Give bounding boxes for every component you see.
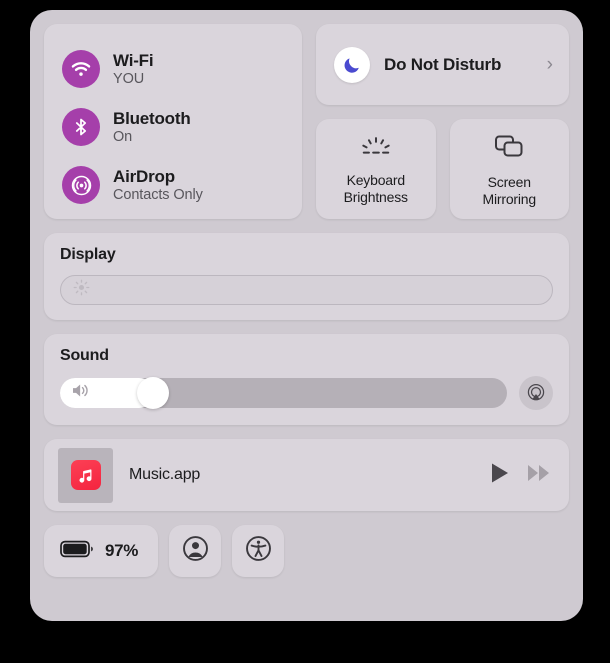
screen-mirroring-label: Screen Mirroring (482, 174, 537, 207)
user-account-icon (182, 535, 209, 567)
brightness-sun-icon (73, 279, 90, 301)
sound-module: Sound (44, 334, 569, 425)
airdrop-icon (62, 166, 100, 204)
speaker-icon (71, 382, 92, 404)
connectivity-status: YOU (113, 70, 145, 87)
connectivity-text: Bluetooth On (113, 109, 191, 145)
display-module: Display (44, 233, 569, 320)
now-playing-app-name: Music.app (129, 466, 201, 483)
accessibility-icon (245, 535, 272, 567)
connectivity-item-bluetooth[interactable]: Bluetooth On (44, 98, 302, 156)
tile-line-2: Brightness (343, 189, 408, 205)
bluetooth-icon (62, 108, 100, 146)
connectivity-status: On (113, 128, 133, 145)
connectivity-text: Wi-Fi YOU (113, 50, 154, 87)
connectivity-module: Wi-Fi YOU Bluetooth On AirDrop Contacts … (44, 24, 302, 219)
play-icon[interactable] (490, 462, 510, 489)
sound-heading: Sound (60, 347, 109, 364)
accessibility-button[interactable] (232, 525, 285, 577)
do-not-disturb-button[interactable]: Do Not Disturb › (316, 24, 569, 105)
keyboard-brightness-label: Keyboard Brightness (344, 172, 408, 205)
display-brightness-slider[interactable] (60, 275, 553, 305)
screen-mirroring-button[interactable]: Screen Mirroring (449, 119, 569, 219)
bottom-bar: 97% (44, 525, 569, 577)
user-account-button[interactable] (169, 525, 222, 577)
keyboard-brightness-icon (360, 136, 392, 163)
connectivity-item-airdrop[interactable]: AirDrop Contacts Only (44, 156, 302, 214)
display-heading: Display (60, 246, 116, 263)
tile-row: Keyboard Brightness Screen Mirroring (316, 119, 569, 219)
album-artwork (58, 447, 113, 503)
top-row: Wi-Fi YOU Bluetooth On AirDrop Contacts … (44, 24, 569, 219)
tile-line-2: Mirroring (482, 191, 537, 207)
now-playing-module[interactable]: Music.app (44, 439, 569, 511)
keyboard-brightness-button[interactable]: Keyboard Brightness (316, 119, 436, 219)
top-right-column: Do Not Disturb › Keyboard Brightness Scr… (316, 24, 569, 219)
battery-status-button[interactable]: 97% (44, 525, 159, 577)
chevron-right-icon[interactable]: › (547, 55, 553, 74)
sound-volume-slider[interactable] (60, 377, 507, 409)
control-center-panel: Wi-Fi YOU Bluetooth On AirDrop Contacts … (30, 10, 583, 621)
connectivity-title: Bluetooth (113, 108, 191, 128)
wifi-icon (62, 50, 100, 88)
connectivity-title: Wi-Fi (113, 50, 154, 70)
sound-slider-knob[interactable] (136, 377, 169, 409)
connectivity-item-wifi[interactable]: Wi-Fi YOU (44, 40, 302, 98)
music-app-icon (70, 460, 101, 490)
media-controls (490, 462, 551, 489)
connectivity-title: AirDrop (113, 166, 175, 186)
fast-forward-icon[interactable] (527, 463, 551, 488)
battery-percent-label: 97% (105, 541, 139, 560)
moon-icon (334, 46, 370, 83)
sound-row (60, 376, 553, 410)
connectivity-text: AirDrop Contacts Only (113, 167, 203, 203)
tile-line-1: Keyboard (346, 172, 406, 189)
do-not-disturb-label: Do Not Disturb (384, 54, 502, 74)
connectivity-status: Contacts Only (113, 186, 203, 203)
tile-line-1: Screen (487, 174, 531, 191)
battery-icon (60, 540, 94, 563)
screen-mirroring-icon (494, 134, 524, 165)
airplay-audio-icon[interactable] (519, 376, 553, 410)
